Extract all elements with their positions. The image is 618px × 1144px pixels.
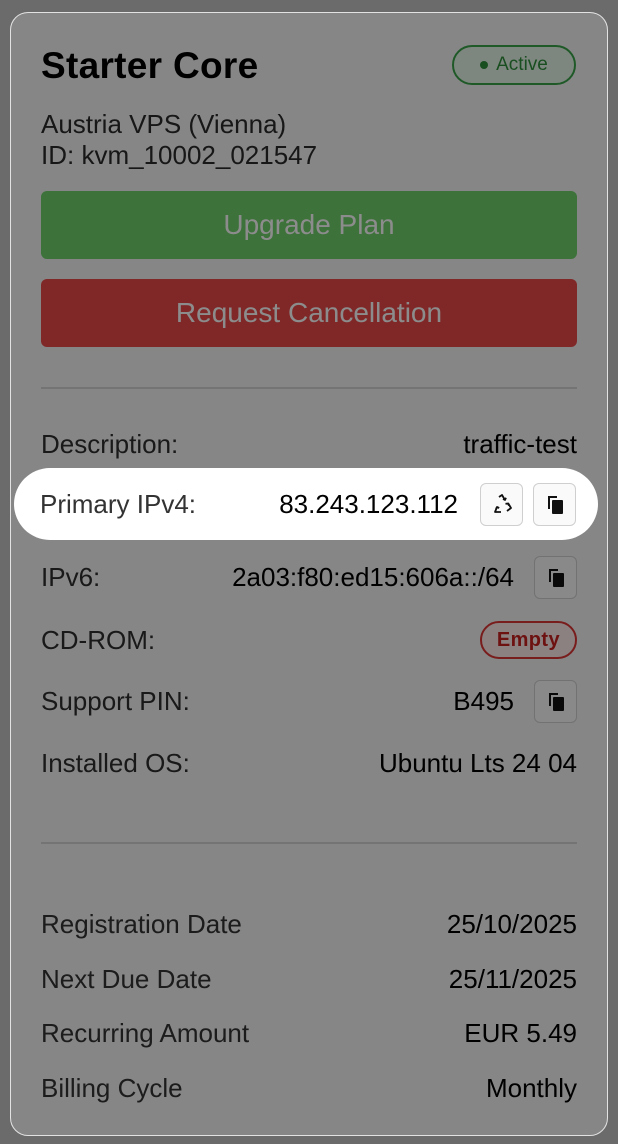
billing-row-billing-cycle: Billing Cycle Monthly xyxy=(41,1066,577,1110)
registration-date-value: 25/10/2025 xyxy=(446,908,577,939)
divider xyxy=(41,387,577,389)
service-location: Austria VPS (Vienna) xyxy=(41,109,287,139)
installed-os-value: Ubuntu Lts 24 04 xyxy=(378,747,577,778)
support-pin-value: B495 xyxy=(453,685,514,716)
service-id: ID: kvm_10002_021547 xyxy=(41,140,318,170)
installed-os-label: Installed OS: xyxy=(41,747,190,778)
copy-icon xyxy=(548,569,564,587)
copy-ipv4-button[interactable] xyxy=(533,482,576,526)
billing-cycle-label: Billing Cycle xyxy=(41,1072,183,1103)
service-subtitle: Austria VPS (Vienna) ID: kvm_10002_02154… xyxy=(41,109,317,171)
copy-icon xyxy=(548,693,564,711)
billing-row-registration-date: Registration Date 25/10/2025 xyxy=(41,902,577,946)
detail-row-support-pin: Support PIN: B495 xyxy=(41,679,577,723)
primary-ipv4-value: 83.243.123.112 xyxy=(279,488,458,519)
billing-row-recurring-amount: Recurring Amount EUR 5.49 xyxy=(41,1011,577,1055)
recycle-icon xyxy=(493,494,512,513)
billing-row-next-due-date: Next Due Date 25/11/2025 xyxy=(41,957,577,1001)
description-label: Description: xyxy=(41,428,179,459)
change-ipv4-button[interactable] xyxy=(480,482,523,526)
service-title: Starter Core xyxy=(41,45,259,86)
primary-ipv4-label: Primary IPv4: xyxy=(40,488,197,519)
status-badge-label: Active xyxy=(496,54,548,75)
description-value: traffic-test xyxy=(463,428,577,459)
registration-date-label: Registration Date xyxy=(41,908,242,939)
cdrom-status-badge: Empty xyxy=(479,621,577,659)
next-due-date-value: 25/11/2025 xyxy=(448,963,577,994)
ipv6-value: 2a03:f80:ed15:606a::/64 xyxy=(232,561,514,592)
copy-icon xyxy=(547,496,563,514)
copy-ipv6-button[interactable] xyxy=(534,555,577,599)
detail-row-ipv6: IPv6: 2a03:f80:ed15:606a::/64 xyxy=(41,555,577,599)
cdrom-label: CD-ROM: xyxy=(41,624,156,655)
recurring-amount-label: Recurring Amount xyxy=(41,1017,250,1048)
detail-row-cdrom: CD-ROM: Empty xyxy=(41,618,577,662)
divider xyxy=(41,842,577,844)
request-cancellation-button[interactable]: Request Cancellation xyxy=(41,279,577,347)
billing-cycle-value: Monthly xyxy=(485,1072,577,1103)
status-dot-icon xyxy=(480,61,489,69)
detail-row-installed-os: Installed OS: Ubuntu Lts 24 04 xyxy=(41,741,577,785)
upgrade-plan-button[interactable]: Upgrade Plan xyxy=(41,191,577,259)
support-pin-label: Support PIN: xyxy=(41,685,190,716)
primary-ipv4-highlight-row: Primary IPv4: 83.243.123.112 xyxy=(14,468,598,540)
ipv6-label: IPv6: xyxy=(41,561,101,592)
status-badge: Active xyxy=(452,45,576,85)
service-card: Starter Core Active Austria VPS (Vienna)… xyxy=(10,12,608,1136)
next-due-date-label: Next Due Date xyxy=(41,963,212,994)
recurring-amount-value: EUR 5.49 xyxy=(464,1017,577,1048)
copy-support-pin-button[interactable] xyxy=(534,679,577,723)
detail-row-description: Description: traffic-test xyxy=(41,422,577,466)
